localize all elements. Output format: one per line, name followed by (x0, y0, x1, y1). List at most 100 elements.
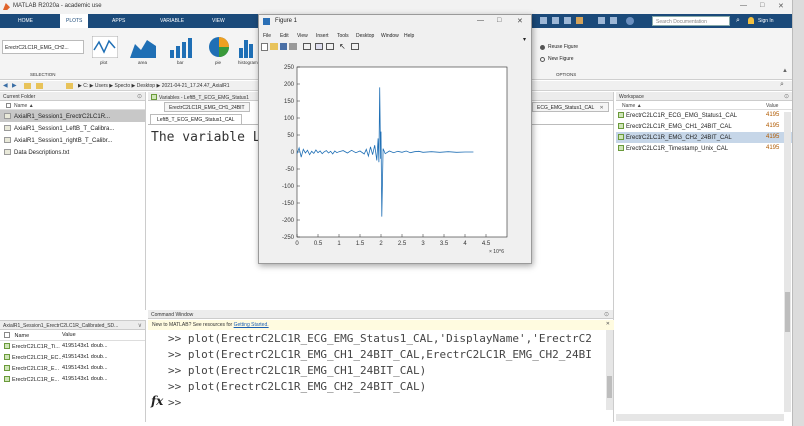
details-row[interactable]: ErectrC2LC1R_E... 4195143x1 doub... (0, 363, 145, 374)
name-column-header[interactable]: Name ▲ (0, 101, 145, 110)
radio-selected-icon (540, 45, 545, 50)
figure-menu-help[interactable]: Help (404, 33, 414, 39)
details-panel: AxialR1_Session1_ErectrC2LC1R_Calibrated… (0, 320, 146, 422)
up-folder-icon[interactable] (24, 83, 31, 89)
save-icon[interactable] (540, 17, 547, 24)
back-icon[interactable]: ◀ (3, 82, 8, 89)
details-row[interactable]: ErectrC2LC1R_EC... 4195143x1 doub... (0, 352, 145, 363)
figure-menu-tools[interactable]: Tools (337, 33, 349, 39)
details-header: AxialR1_Session1_ErectrC2LC1R_Calibrated… (0, 321, 145, 330)
variable-subtab[interactable]: LeftB_T_ECG_EMG_Status1_CAL (150, 114, 242, 124)
path-search-icon[interactable]: ⌕ (780, 81, 784, 89)
file-list-item[interactable]: AxialR1_Session1_LeftB_T_Calibra... (0, 122, 145, 134)
details-row[interactable]: ErectrC2LC1R_Ti... 4195143x1 doub... (0, 341, 145, 352)
paste-icon[interactable] (576, 17, 583, 24)
collapse-ribbon-icon[interactable]: ▲ (782, 68, 788, 74)
file-list-item[interactable]: Data Descriptions.txt (0, 146, 145, 158)
plot-area[interactable]: 250 200 150 100 50 0 -50 -100 -150 -200 -250 0 0.5 1 1… (259, 55, 531, 263)
command-history-line: >> plot(ErectrC2LC1R_EMG_CH1_24BIT_CAL,E… (168, 348, 592, 361)
figure-close-button[interactable]: ✕ (517, 17, 523, 25)
workspace-value-header[interactable]: Value (766, 103, 778, 109)
open-file-icon[interactable] (270, 43, 278, 50)
command-prompt-input[interactable]: >> (168, 396, 181, 409)
details-collapse-icon[interactable]: ∨ (138, 322, 142, 329)
variable-tab-status[interactable]: ECG_EMG_Status1_CAL ✕ (532, 102, 609, 112)
undo-icon[interactable] (598, 17, 605, 24)
bell-icon[interactable] (748, 17, 754, 24)
line-chart[interactable]: 250200150100500-50-100-150-200-2500 0.5 1 1… (259, 55, 531, 263)
search-documentation-input[interactable]: Search Documentation (652, 16, 730, 26)
save-figure-icon[interactable] (280, 43, 287, 50)
insert-colorbar-icon[interactable] (315, 43, 323, 50)
plot-gallery-item-pie[interactable]: pie (206, 36, 232, 65)
tab-apps[interactable]: APPS (112, 18, 125, 24)
variable-tab-ch1[interactable]: ErectrC2LC1R_EMG_CH1_24BIT (164, 102, 250, 112)
dock-arrow-icon[interactable]: ▾ (523, 36, 526, 43)
new-figure-icon[interactable] (261, 43, 268, 51)
insert-legend-icon[interactable] (326, 43, 334, 50)
plot-gallery-item-area[interactable]: area (130, 36, 156, 65)
tab-close-icon[interactable]: ✕ (599, 105, 603, 111)
figure-menu-edit[interactable]: Edit (280, 33, 289, 39)
figure-icon (263, 18, 270, 25)
workspace-variable-row[interactable]: ErectrC2LC1R_EMG_CH2_24BIT_CAL 4195 (616, 132, 792, 143)
y-tick-label: -50 (285, 167, 294, 173)
cut-icon[interactable] (552, 17, 559, 24)
link-plot-icon[interactable] (303, 43, 311, 50)
command-menu-icon[interactable]: ⊙ (604, 311, 609, 318)
plot-gallery-item-bar[interactable]: bar (168, 36, 194, 65)
file-list-item[interactable]: AxialR1_Session1_ErectrC2LC1R... (0, 110, 145, 122)
x-tick-label: 3 (421, 241, 425, 247)
browse-folder-icon[interactable] (36, 83, 43, 89)
figure-menu-insert[interactable]: Insert (316, 33, 329, 39)
print-icon[interactable] (289, 43, 297, 50)
workspace-scrollbar-thumb[interactable] (785, 292, 790, 332)
figure-menu-file[interactable]: File (263, 33, 271, 39)
property-inspector-icon[interactable] (351, 43, 359, 50)
edit-plot-icon[interactable]: ↖ (339, 42, 346, 51)
maximize-button[interactable]: □ (760, 2, 764, 9)
forward-icon[interactable]: ▶ (12, 82, 17, 89)
tab-view[interactable]: VIEW (212, 18, 225, 24)
workspace-name-header[interactable]: Name (622, 103, 635, 109)
tab-plots[interactable]: PLOTS (60, 14, 89, 28)
getting-started-link[interactable]: Getting Started. (234, 322, 269, 328)
file-list-item[interactable]: AxialR1_Session1_rightB_T_Calibr... (0, 134, 145, 146)
close-button[interactable]: ✕ (778, 2, 784, 10)
details-row[interactable]: ErectrC2LC1R_E... 4195143x1 doub... (0, 374, 145, 385)
workspace-hscrollbar[interactable] (616, 414, 784, 421)
sign-in-button[interactable]: Sign In (758, 18, 774, 24)
figure-window[interactable]: Figure 1 — □ ✕ File Edit View Insert Tools De… (258, 14, 532, 264)
workspace-variable-row[interactable]: ErectrC2LC1R_Timestamp_Unix_CAL 4195 (616, 143, 792, 154)
search-icon[interactable]: ⌕ (736, 17, 740, 25)
figure-menu-desktop[interactable]: Desktop (356, 33, 374, 39)
area-icon (130, 40, 156, 58)
workspace-variable-row[interactable]: ErectrC2LC1R_EMG_CH1_24BIT_CAL 4195 (616, 121, 792, 132)
command-scrollbar-thumb[interactable] (607, 376, 612, 398)
figure-menu-view[interactable]: View (297, 33, 308, 39)
plot-gallery-item-plot[interactable]: plot (91, 35, 119, 65)
copy-icon[interactable] (564, 17, 571, 24)
panel-menu-icon[interactable]: ⊙ (137, 93, 142, 100)
figure-maximize-button[interactable]: □ (497, 17, 501, 24)
notice-close-icon[interactable]: ✕ (606, 321, 610, 327)
selected-variable-dropdown[interactable]: ErectrC2LC1R_EMG_CH2... (2, 40, 84, 54)
redo-icon[interactable] (610, 17, 617, 24)
folder-path-breadcrumb[interactable]: ▶ C: ▶ Users ▶ Specto ▶ Desktop ▶ 2021-0… (78, 83, 230, 89)
y-tick-label: -100 (282, 184, 295, 190)
workspace-scrollbar[interactable] (784, 112, 791, 412)
tab-home[interactable]: HOME (18, 18, 33, 24)
details-row-value: 4195143x1 doub... (62, 354, 108, 360)
workspace-variable-row[interactable]: ErectrC2LC1R_ECG_EMG_Status1_CAL 4195 (616, 110, 792, 121)
figure-menu-window[interactable]: Window (381, 33, 399, 39)
workspace-menu-icon[interactable]: ⊙ (784, 93, 789, 100)
figure-minimize-button[interactable]: — (477, 17, 484, 24)
command-scrollbar[interactable] (606, 330, 613, 410)
help-icon[interactable] (626, 17, 634, 25)
x-tick-label: 2.5 (398, 241, 407, 247)
minimize-button[interactable]: — (740, 2, 747, 9)
tab-variable[interactable]: VARIABLE (160, 18, 184, 24)
folder-icon (66, 83, 73, 89)
pie-label: pie (215, 60, 222, 65)
function-browser-icon[interactable]: fx (151, 394, 163, 408)
